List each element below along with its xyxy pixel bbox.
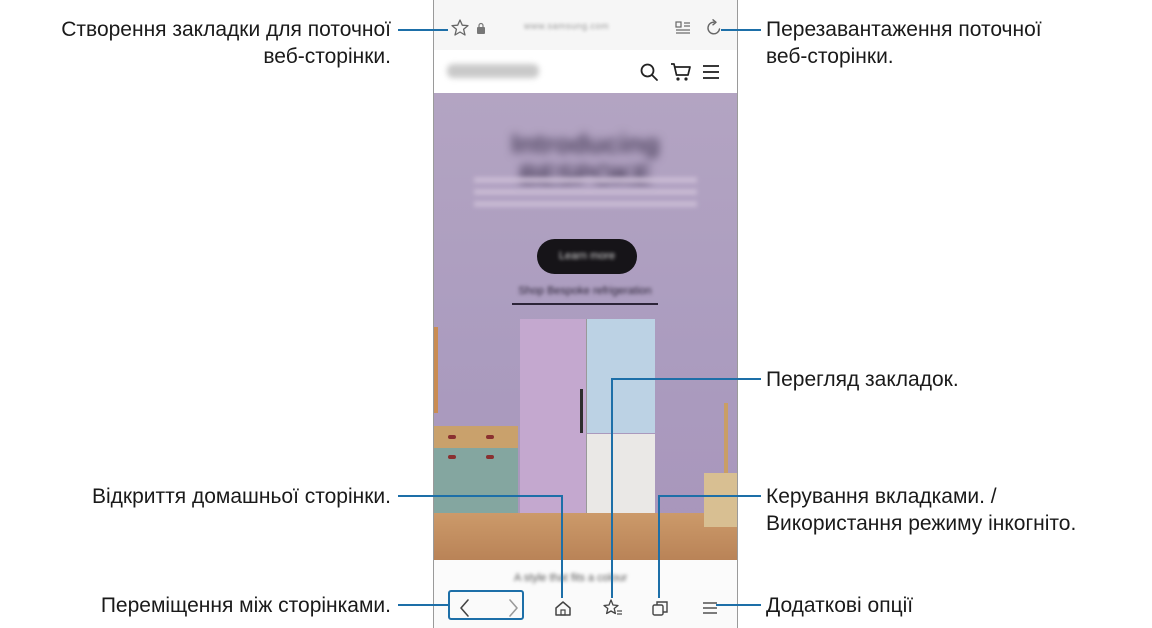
callout-line-more-options (716, 604, 761, 606)
callout-home: Відкриття домашньої сторінки. (91, 485, 391, 508)
cart-icon[interactable] (670, 62, 692, 82)
learn-more-label: Learn more (558, 250, 616, 262)
site-logo[interactable] (447, 64, 539, 78)
fridge-right-top-door (587, 319, 655, 433)
callout-line-tabs-v (658, 495, 660, 598)
more-options-icon[interactable] (701, 596, 719, 620)
callout-line-home-h (398, 495, 563, 497)
callout-bookmarks-view: Перегляд закладок. (766, 368, 959, 391)
search-icon[interactable] (639, 62, 659, 82)
fridge-right-bottom-door (587, 434, 655, 519)
fridge-handle (580, 389, 583, 433)
cabinet-handle (448, 435, 456, 439)
decor-stick (724, 403, 728, 473)
callout-line-navigate (398, 604, 448, 606)
callout-bookmark: Створення закладки для поточної веб-стор… (61, 16, 391, 70)
learn-more-button[interactable]: Learn more (537, 239, 637, 274)
callout-navigate: Переміщення між сторінками. (100, 594, 391, 617)
phone-browser-screenshot: www.samsung.com Introducing BESPOKE Lear… (433, 0, 738, 628)
navigate-bracket (448, 590, 524, 620)
callout-line-tabs-h (658, 495, 761, 497)
shop-link-underline (512, 303, 658, 305)
bookmarks-icon[interactable] (602, 596, 624, 620)
url-text[interactable]: www.samsung.com (524, 21, 609, 31)
hero-banner: Introducing BESPOKE Learn more Shop Besp… (434, 93, 737, 620)
callout-tabs-line1: Керування вкладками. / (766, 485, 997, 508)
cabinet-handle (486, 455, 494, 459)
lock-icon (477, 22, 485, 34)
floor (434, 513, 737, 560)
reload-icon[interactable] (704, 18, 724, 38)
callout-line-reload (721, 29, 761, 31)
fridge-left-door (520, 319, 587, 519)
callout-bookmark-line2: веб-сторінки. (263, 45, 391, 68)
callout-tabs: Керування вкладками. / Використання режи… (766, 483, 1076, 537)
tabs-icon[interactable] (650, 596, 670, 620)
cabinet-drawers (434, 426, 518, 448)
shop-link[interactable]: Shop Bespoke refrigeration (510, 285, 660, 297)
menu-icon[interactable] (701, 63, 721, 81)
callout-bookmark-line1: Створення закладки для поточної (61, 18, 391, 41)
site-header (434, 50, 737, 94)
callout-line-bookmarks-view-h (611, 378, 761, 380)
cabinet-handle (448, 455, 456, 459)
callout-line-bookmarks-view-v (611, 378, 613, 598)
callout-reload: Перезавантаження поточної веб-сторінки. (766, 16, 1042, 70)
reader-mode-icon[interactable] (674, 19, 692, 37)
callout-reload-line2: веб-сторінки. (766, 45, 894, 68)
callout-line-home-v (561, 495, 563, 598)
callout-reload-line1: Перезавантаження поточної (766, 18, 1042, 41)
side-shelf (704, 473, 737, 527)
callout-line-bookmark (398, 29, 448, 31)
callout-more-options: Додаткові опції (766, 594, 914, 617)
address-bar[interactable]: www.samsung.com (434, 0, 737, 50)
star-icon[interactable] (450, 18, 470, 38)
home-icon[interactable] (553, 596, 573, 620)
callout-tabs-line2: Використання режиму інкогніто. (766, 512, 1077, 535)
hero-subtitle-blurred (474, 177, 697, 207)
wall-decor (434, 327, 438, 413)
cabinet-handle (486, 435, 494, 439)
